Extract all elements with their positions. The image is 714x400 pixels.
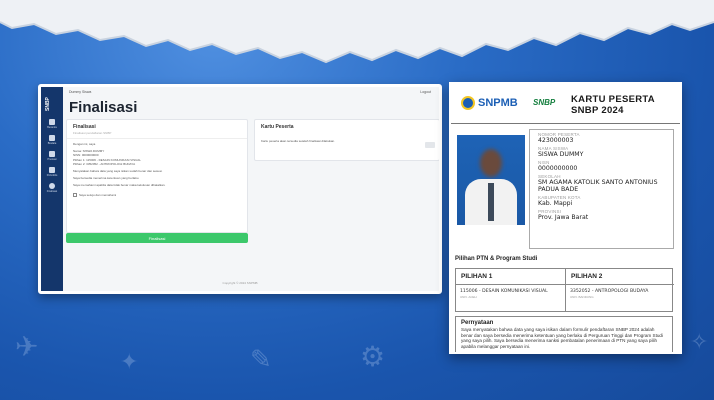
page-title: Finalisasi (69, 99, 138, 116)
pilihan-1-value: 115006 - DESAIN KOMUNIKASI VISUAL (460, 289, 548, 294)
finalisasi-panel-heading: Finalisasi (73, 124, 96, 130)
nisn-value: 0000000000 (538, 165, 578, 172)
pilihan-1-header: PILIHAN 1 (456, 269, 565, 285)
kartu-panel-heading: Kartu Peserta (261, 124, 294, 130)
pilihan-section-title: Pilihan PTN & Program Studi (455, 256, 538, 262)
snpmb-emblem-icon (461, 96, 475, 110)
pilihan-2-value: 3352052 - ANTROPOLOGI BUDAYA (570, 289, 649, 294)
user-name: Dummy Siswa (69, 90, 92, 94)
topbar: Dummy Siswa Logout (63, 87, 439, 97)
torn-paper-decoration (0, 0, 714, 64)
sekolah-value: SM AGAMA KATOLIK SANTO ANTONIUS PADUA BA… (538, 179, 658, 193)
download-button[interactable] (425, 142, 435, 148)
pilihan-2-header: PILIHAN 2 (566, 269, 674, 285)
finalisasi-panel-subheading: Finalisasi pendaftaran SNBP (67, 131, 247, 139)
trophy-icon (49, 151, 55, 157)
pilihan-2: PILIHAN 2 3352052 - ANTROPOLOGI BUDAYA U… (565, 269, 674, 311)
user-icon (49, 135, 55, 141)
sidebar-item-beranda[interactable]: Beranda (44, 119, 60, 129)
student-info: NOMOR PESERTA 423000003 NAMA SISWA SISWA… (529, 129, 674, 249)
agree-label: Saya setuju dan memahami (79, 192, 117, 197)
footer: Copyright © 2024 SNPMB (222, 281, 258, 285)
agree-checkbox[interactable] (73, 192, 77, 197)
logout-link[interactable]: Logout (420, 90, 431, 94)
sidebar-item-finalisasi[interactable]: Finalisasi (44, 183, 60, 193)
finalisasi-button[interactable]: Finalisasi (66, 233, 248, 243)
folder-icon (49, 167, 55, 173)
card-title: KARTU PESERTA SNBP 2024 (571, 94, 655, 116)
card-header: SNPMB SNBP KARTU PESERTA SNBP 2024 (451, 84, 680, 124)
finalisasi-panel: Finalisasi Finalisasi pendaftaran SNBP D… (66, 119, 248, 233)
sidebar-item-portofolio[interactable]: Portofolio (44, 167, 60, 177)
pernyataan-box: Pernyataan Saya menyatakan bahwa data ya… (455, 316, 673, 352)
pilihan-1-sub: UNIV. ACEH (460, 295, 477, 299)
sidebar-logo: SNBP (45, 97, 51, 111)
snpmb-logo: SNPMB (461, 96, 518, 110)
agree-checkbox-row[interactable]: Saya setuju dan memahami (67, 193, 247, 197)
student-photo (457, 135, 525, 225)
website-screenshot: SNBP Beranda Biodata Prestasi Portofolio… (38, 84, 442, 294)
doodle-book-icon: ✎ (250, 345, 272, 375)
doodle-bulb-icon: ✧ (690, 330, 709, 355)
sidebar-item-biodata[interactable]: Biodata (44, 135, 60, 145)
sidebar: SNBP Beranda Biodata Prestasi Portofolio… (41, 87, 63, 291)
snbp-logo: SNBP (533, 98, 556, 107)
provinsi-value: Prov. Jawa Barat (538, 214, 589, 221)
kartu-panel-note: Kartu peserta akan tersedia setelah fina… (261, 139, 336, 143)
statement-line: Saya memahami apabila data tidak benar m… (73, 183, 166, 188)
sidebar-item-prestasi[interactable]: Prestasi (44, 151, 60, 161)
nomor-peserta-value: 423000003 (538, 137, 574, 144)
doodle-gear-icon: ⚙ (360, 340, 386, 373)
pilihan-table: PILIHAN 1 115006 - DESAIN KOMUNIKASI VIS… (455, 268, 674, 312)
nama-siswa-value: SISWA DUMMY (538, 151, 584, 158)
doodle-star-icon: ✦ (120, 350, 139, 375)
doodle-rocket-icon: ✈ (15, 330, 39, 363)
pilihan-2-sub: UNIV. BANDUNG (570, 295, 594, 299)
pernyataan-text: Saya menyatakan bahwa data yang saya isi… (461, 327, 663, 349)
pilihan-1: PILIHAN 1 115006 - DESAIN KOMUNIKASI VIS… (456, 269, 565, 311)
home-icon (49, 119, 55, 125)
kabupaten-value: Kab. Mappi (538, 200, 573, 207)
pernyataan-title: Pernyataan (461, 320, 494, 326)
kartu-peserta-card: SNPMB SNBP KARTU PESERTA SNBP 2024 NOMOR… (449, 82, 682, 354)
kartu-peserta-panel: Kartu Peserta Kartu peserta akan tersedi… (254, 119, 439, 161)
check-icon (49, 183, 55, 189)
